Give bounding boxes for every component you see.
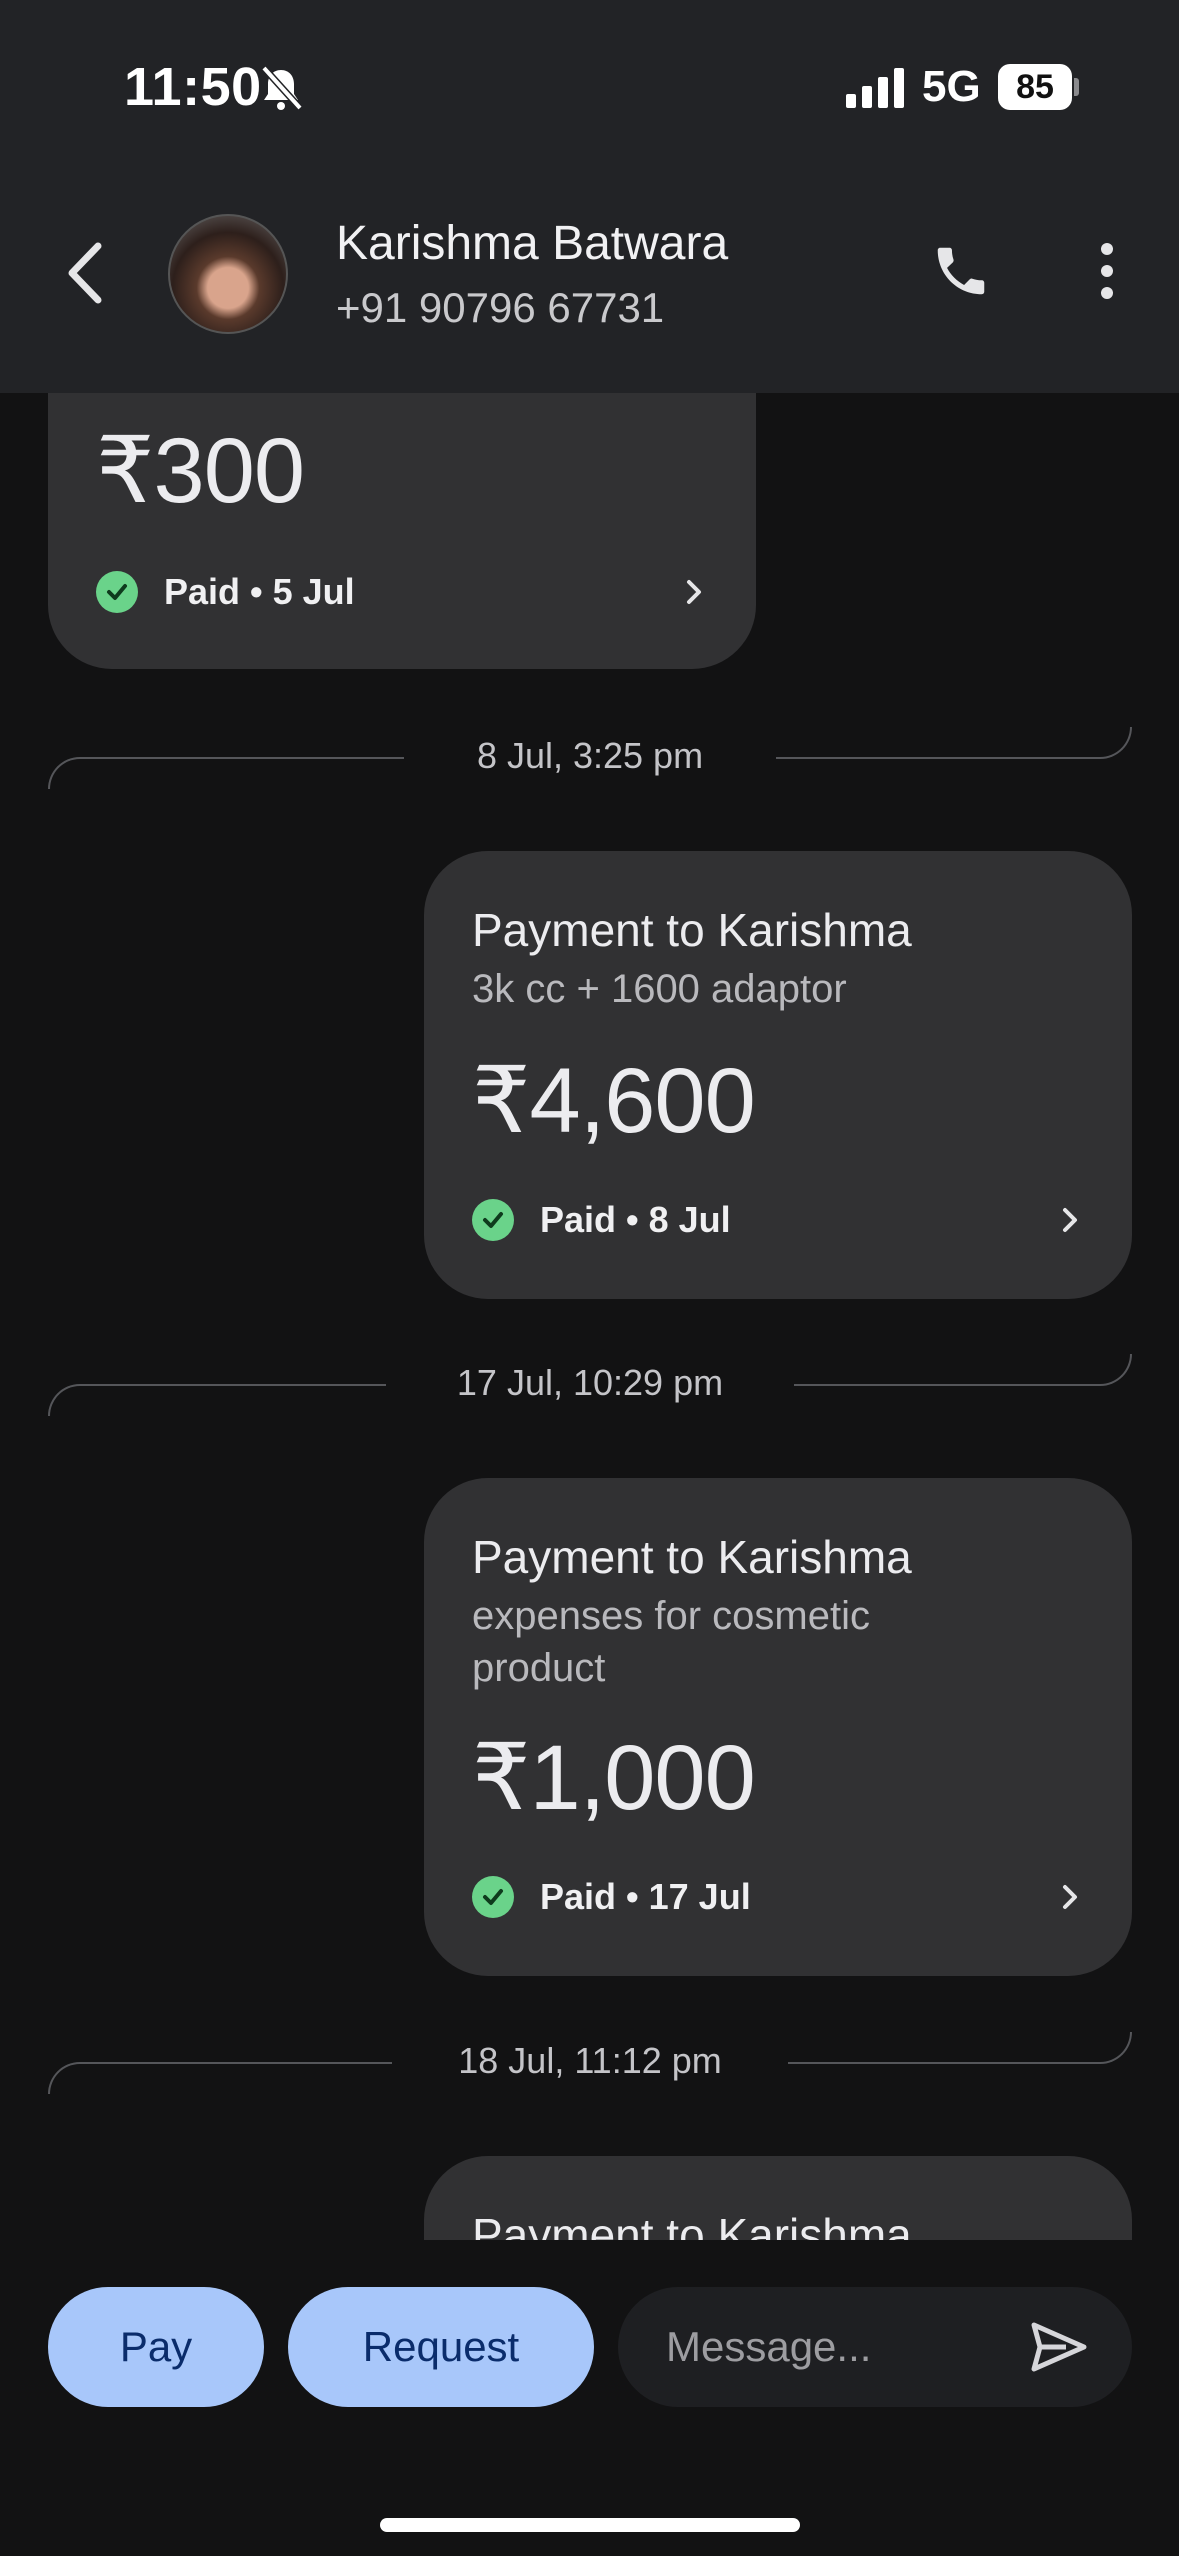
network-type: 5G [922,62,981,111]
payment-amount: ₹4,600 [472,1050,756,1152]
message-field[interactable] [618,2287,1132,2407]
payment-title: Payment to Karishma [472,904,912,956]
date-divider: 18 Jul, 11:12 pm [48,2032,1132,2094]
payment-amount: ₹300 [96,420,305,522]
battery-icon: 85 [998,64,1079,110]
bell-off-icon [261,65,303,111]
message-input[interactable] [666,2287,1006,2407]
request-button[interactable]: Request [288,2287,594,2407]
battery-level: 85 [1016,68,1054,106]
check-circle-icon [472,1199,514,1241]
check-circle-icon [472,1876,514,1918]
date-divider: 17 Jul, 10:29 pm [48,1354,1132,1416]
payment-status-label: Paid • 8 Jul [540,1199,731,1240]
phone-icon[interactable] [930,240,992,302]
signal-icon [846,68,904,108]
payment-status: Paid • 5 Jul [96,569,355,615]
chevron-right-icon[interactable] [682,575,706,609]
payment-note: 3k cc + 1600 adaptor [472,967,847,1011]
payment-amount: ₹1,000 [472,1727,756,1829]
contact-phone: +91 90796 67731 [336,284,665,331]
chevron-right-icon[interactable] [1058,1203,1082,1237]
payment-status-label: Paid • 17 Jul [540,1876,751,1917]
payment-card[interactable]: Payment to Karishma 3k cc + 1600 adaptor… [424,851,1132,1299]
pay-button[interactable]: Pay [48,2287,264,2407]
payment-card[interactable]: ₹300 Paid • 5 Jul [48,393,756,669]
chevron-right-icon[interactable] [1058,1880,1082,1914]
status-time: 11:50 [124,57,262,117]
payment-thread[interactable]: ₹300 Paid • 5 Jul 8 Jul, 3:25 pm Payment… [0,393,1179,2240]
payment-title: Payment to Karishma [472,2209,912,2240]
date-divider-label: 18 Jul, 11:12 pm [458,2040,722,2081]
send-icon[interactable] [1028,2317,1090,2377]
avatar[interactable] [168,214,288,334]
payment-title: Payment to Karishma [472,1531,912,1583]
date-divider-label: 8 Jul, 3:25 pm [476,735,704,776]
payment-note: expenses for cosmetic product [472,1594,870,1690]
payment-status: Paid • 8 Jul [472,1197,731,1243]
payment-card[interactable]: Payment to Karishma expenses for cosmeti… [424,1478,1132,1976]
payment-card[interactable]: Payment to Karishma [424,2156,1132,2240]
date-divider-label: 17 Jul, 10:29 pm [456,1362,724,1403]
payment-status: Paid • 17 Jul [472,1874,751,1920]
check-circle-icon [96,571,138,613]
payment-status-label: Paid • 5 Jul [164,571,355,612]
more-vert-icon[interactable] [1092,240,1122,302]
home-indicator [380,2518,800,2532]
contact-name[interactable]: Karishma Batwara [336,216,728,271]
back-arrow-icon[interactable] [60,238,110,308]
date-divider: 8 Jul, 3:25 pm [48,727,1132,789]
app-header: 11:50 5G 85 Karishma Batwara +91 90796 6… [0,0,1179,393]
